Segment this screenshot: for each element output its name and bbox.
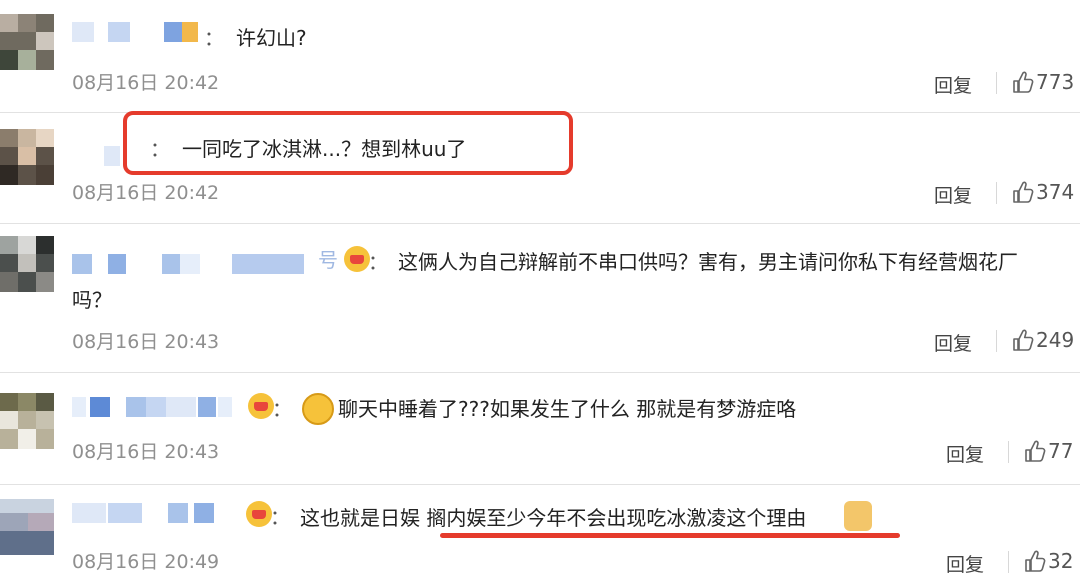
avatar[interactable] (0, 393, 54, 449)
comment-text: 聊天中睡着了???如果发生了什么 那就是有梦游症咯 (338, 397, 797, 421)
reply-button[interactable]: 回复 (934, 329, 972, 356)
thumbs-up-emoji (844, 501, 872, 531)
timestamp: 08月16日 20:43 (72, 441, 220, 463)
comment-item: ： 这也就是日娱 搁内娱至少今年不会出现吃冰激凌这个理由 08月16日 20:4… (0, 485, 1080, 577)
thumbs-up-icon (1012, 328, 1034, 352)
reply-button[interactable]: 回复 (946, 440, 984, 467)
action-divider (1008, 441, 1009, 463)
crown-badge-icon (248, 393, 274, 419)
comment-text-plain: 这也就是日娱 (300, 506, 427, 530)
timestamp: 08月16日 20:42 (72, 182, 220, 204)
colon: ： (272, 397, 292, 421)
avatar[interactable] (0, 236, 54, 292)
comment-item: ： 一同吃了冰淇淋...？想到林uu了 08月16日 20:42 回复 374 (0, 111, 1080, 223)
action-divider (996, 72, 997, 94)
like-button[interactable]: 773 (1012, 70, 1074, 94)
comment-item: ： 许幻山? 08月16日 20:42 回复 773 (0, 0, 1080, 112)
like-button[interactable]: 77 (1024, 439, 1073, 463)
reply-button[interactable]: 回复 (934, 71, 972, 98)
crown-badge-icon (344, 246, 370, 272)
thumbs-up-icon (1024, 439, 1046, 463)
comment-text: 许幻山? (236, 26, 307, 50)
highlight-underline (440, 533, 900, 538)
crown-badge-icon (246, 501, 272, 527)
comment-text: 这俩人为自己辩解前不串口供吗？害有，男主请问你私下有经营烟花厂 (398, 250, 1018, 274)
like-button[interactable]: 32 (1024, 549, 1073, 573)
timestamp: 08月16日 20:49 (72, 551, 220, 573)
avatar[interactable] (0, 499, 54, 555)
like-count: 249 (1036, 328, 1075, 352)
like-count: 374 (1036, 180, 1075, 204)
like-button[interactable]: 374 (1012, 180, 1074, 204)
timestamp: 08月16日 20:42 (72, 72, 220, 94)
colon: ： (150, 137, 170, 161)
action-divider (996, 330, 997, 352)
comment-text: 一同吃了冰淇淋...？想到林uu了 (182, 137, 467, 161)
colon: ： (204, 26, 224, 50)
comment-text-line2: 吗？ (72, 288, 112, 312)
action-divider (1008, 551, 1009, 573)
colon: ： (368, 250, 388, 274)
like-button[interactable]: 249 (1012, 328, 1074, 352)
action-divider (996, 182, 997, 204)
like-count: 77 (1048, 439, 1074, 463)
thumbs-up-icon (1012, 180, 1034, 204)
thumbs-up-icon (1012, 70, 1034, 94)
timestamp: 08月16日 20:43 (72, 331, 220, 353)
comment-text-underlined: 搁内娱至少今年不会出现吃冰激凌这个理由 (426, 506, 807, 530)
reply-button[interactable]: 回复 (946, 550, 984, 577)
comment-text: 这也就是日娱 搁内娱至少今年不会出现吃冰激凌这个理由 (300, 504, 806, 532)
like-count: 32 (1048, 549, 1074, 573)
sleepy-face-emoji (302, 393, 334, 425)
avatar[interactable] (0, 14, 54, 70)
colon: ： (270, 505, 290, 529)
comment-item: ： 聊天中睡着了???如果发生了什么 那就是有梦游症咯 08月16日 20:43… (0, 373, 1080, 483)
thumbs-up-icon (1024, 549, 1046, 573)
reply-button[interactable]: 回复 (934, 181, 972, 208)
like-count: 773 (1036, 70, 1075, 94)
avatar[interactable] (0, 129, 54, 185)
comment-item: 号 ： 这俩人为自己辩解前不串口供吗？害有，男主请问你私下有经营烟花厂 吗？ 0… (0, 224, 1080, 370)
name-suffix[interactable]: 号 (318, 246, 338, 274)
